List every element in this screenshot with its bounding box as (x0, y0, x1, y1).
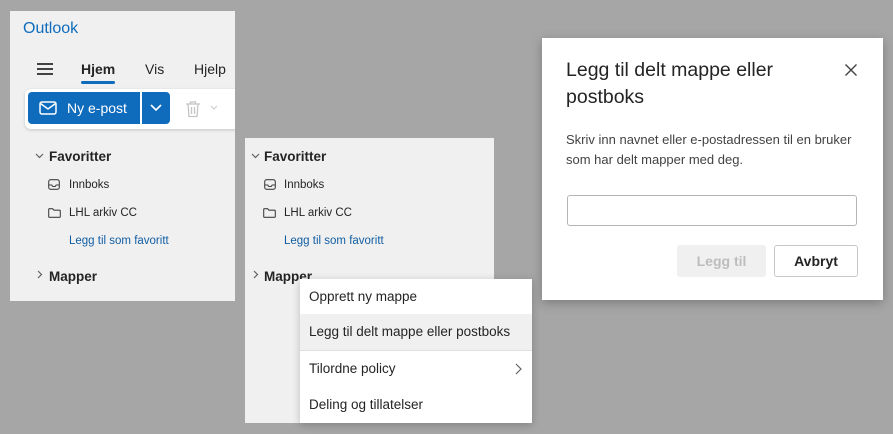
new-mail-dropdown-button[interactable] (142, 92, 170, 124)
favorites-header[interactable]: Favoritter (49, 149, 111, 164)
chevron-right-icon[interactable] (253, 270, 259, 279)
chevron-down-icon[interactable] (35, 153, 44, 159)
folders-context-menu: Opprett ny mappe Legg til delt mappe ell… (300, 279, 532, 423)
folders-header[interactable]: Mapper (49, 269, 97, 284)
tab-home[interactable]: Hjem (81, 61, 115, 77)
sidebar-item-inbox[interactable]: Innboks (284, 179, 324, 191)
trash-icon[interactable] (185, 100, 201, 118)
mail-icon (39, 101, 57, 115)
favorites-header[interactable]: Favoritter (264, 149, 326, 164)
app-title: Outlook (23, 20, 79, 37)
sidebar-item-archive[interactable]: LHL arkiv CC (69, 207, 137, 219)
menu-item-label: Tilordne policy (309, 361, 396, 376)
tab-help[interactable]: Hjelp (194, 61, 226, 77)
add-button[interactable]: Legg til (677, 245, 766, 277)
menu-icon[interactable] (37, 63, 53, 75)
folder-icon (263, 208, 276, 218)
dialog-description: Skriv inn navnet eller e-postadressen ti… (566, 132, 852, 167)
chevron-down-icon (150, 104, 162, 112)
sidebar-item-archive[interactable]: LHL arkiv CC (284, 207, 352, 219)
dialog-title: Legg til delt mappe eller postboks (566, 59, 774, 108)
menu-item-label: Legg til delt mappe eller postboks (309, 324, 511, 339)
chevron-down-icon[interactable] (210, 105, 218, 111)
active-tab-indicator (81, 81, 115, 84)
menu-item-sharing-permissions[interactable]: Deling og tillatelser (300, 387, 532, 423)
chevron-down-icon[interactable] (251, 153, 260, 159)
new-mail-label: Ny e-post (67, 100, 127, 116)
ribbon-toolbar: Ny e-post (25, 89, 235, 129)
menu-item-assign-policy[interactable]: Tilordne policy (300, 351, 532, 387)
menu-item-create-folder[interactable]: Opprett ny mappe (300, 279, 532, 315)
inbox-icon (48, 179, 60, 190)
close-icon[interactable] (844, 63, 858, 77)
add-favorite-link[interactable]: Legg til som favoritt (69, 235, 169, 247)
menu-item-label: Opprett ny mappe (309, 289, 418, 304)
outlook-main-panel: Outlook Hjem Vis Hjelp Ny e-post Favorit… (10, 11, 235, 301)
add-shared-folder-dialog: Legg til delt mappe eller postboks Skriv… (542, 38, 883, 300)
shared-folder-input[interactable] (567, 195, 857, 226)
sidebar-item-inbox[interactable]: Innboks (69, 179, 109, 191)
folder-icon (48, 208, 61, 218)
add-favorite-link[interactable]: Legg til som favoritt (284, 235, 384, 247)
chevron-right-icon[interactable] (37, 270, 43, 279)
tab-view[interactable]: Vis (145, 61, 164, 77)
inbox-icon (264, 179, 276, 190)
new-mail-button[interactable]: Ny e-post (28, 92, 140, 124)
cancel-button[interactable]: Avbryt (774, 245, 858, 277)
menu-item-label: Deling og tillatelser (309, 397, 424, 412)
chevron-right-icon (515, 363, 522, 375)
menu-item-add-shared-folder[interactable]: Legg til delt mappe eller postboks (300, 314, 532, 350)
